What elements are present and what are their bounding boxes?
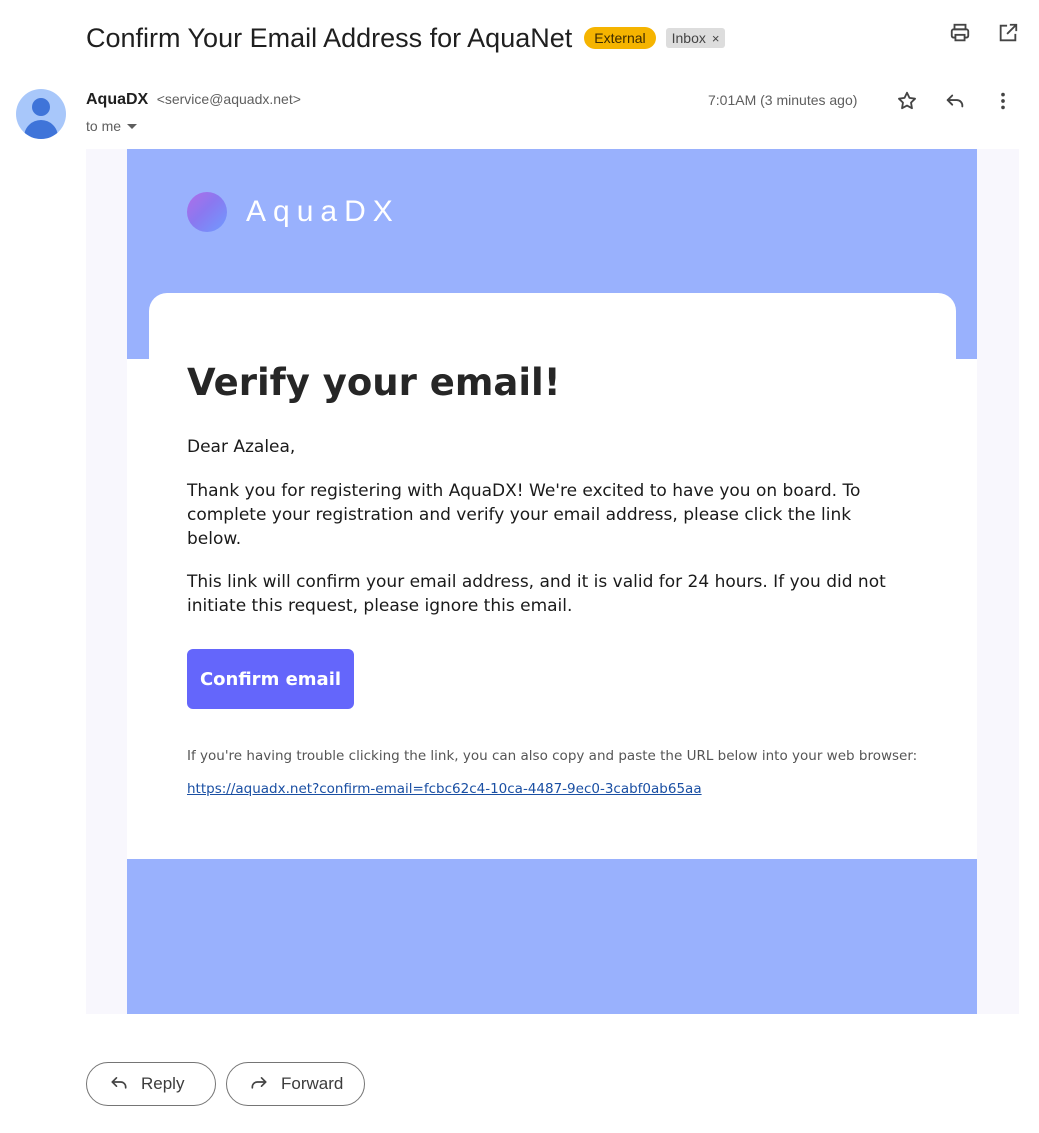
email-footer-banner (127, 859, 977, 1014)
email-title: Verify your email! (187, 361, 561, 404)
sender-name[interactable]: AquaDX (86, 91, 148, 108)
top-actions (949, 22, 1019, 44)
recipient-details-toggle[interactable]: to me (86, 118, 138, 134)
external-badge: External (584, 27, 656, 49)
sender-avatar[interactable] (16, 89, 66, 139)
forward-button[interactable]: Forward (226, 1062, 365, 1106)
inbox-label-chip[interactable]: Inbox × (665, 28, 726, 48)
sender-email: <service@aquadx.net> (156, 91, 301, 107)
greeting: Dear Azalea, (187, 437, 296, 457)
print-icon[interactable] (949, 22, 971, 44)
aquadx-logo-text: AquaDX (246, 195, 400, 228)
star-icon[interactable] (896, 90, 918, 112)
confirm-email-button[interactable]: Confirm email (187, 649, 354, 709)
recipient-text: to me (86, 118, 122, 134)
avatar-body (24, 120, 58, 139)
message-actions (896, 90, 1014, 112)
reply-label: Reply (141, 1074, 185, 1093)
inbox-label-text: Inbox (671, 30, 706, 46)
chevron-down-icon (127, 123, 138, 129)
more-options-icon[interactable] (992, 90, 1014, 112)
confirm-url-link[interactable]: https://aquadx.net?confirm-email=fcbc62c… (187, 781, 702, 797)
subject-row: Confirm Your Email Address for AquaNet E… (86, 18, 1019, 58)
forward-arrow-icon (249, 1072, 269, 1097)
forward-label: Forward (281, 1074, 344, 1093)
paragraph-2: This link will confirm your email addres… (187, 572, 886, 616)
open-in-new-window-icon[interactable] (997, 22, 1019, 44)
sender-line: AquaDX <service@aquadx.net> (86, 91, 301, 109)
reply-button[interactable]: Reply (86, 1062, 216, 1106)
reply-arrow-icon (109, 1072, 129, 1097)
avatar-head (32, 98, 50, 116)
reply-icon[interactable] (944, 90, 966, 112)
paragraph-1: Thank you for registering with AquaDX! W… (187, 481, 861, 549)
email-body: AquaDX Verify your email! Dear Azalea, T… (86, 149, 1019, 1014)
message-time: 7:01AM (3 minutes ago) (708, 92, 858, 108)
aquadx-logo-icon (187, 192, 227, 232)
email-subject: Confirm Your Email Address for AquaNet (86, 22, 573, 53)
remove-label-icon[interactable]: × (712, 31, 720, 46)
trouble-text: If you're having trouble clicking the li… (187, 748, 918, 764)
